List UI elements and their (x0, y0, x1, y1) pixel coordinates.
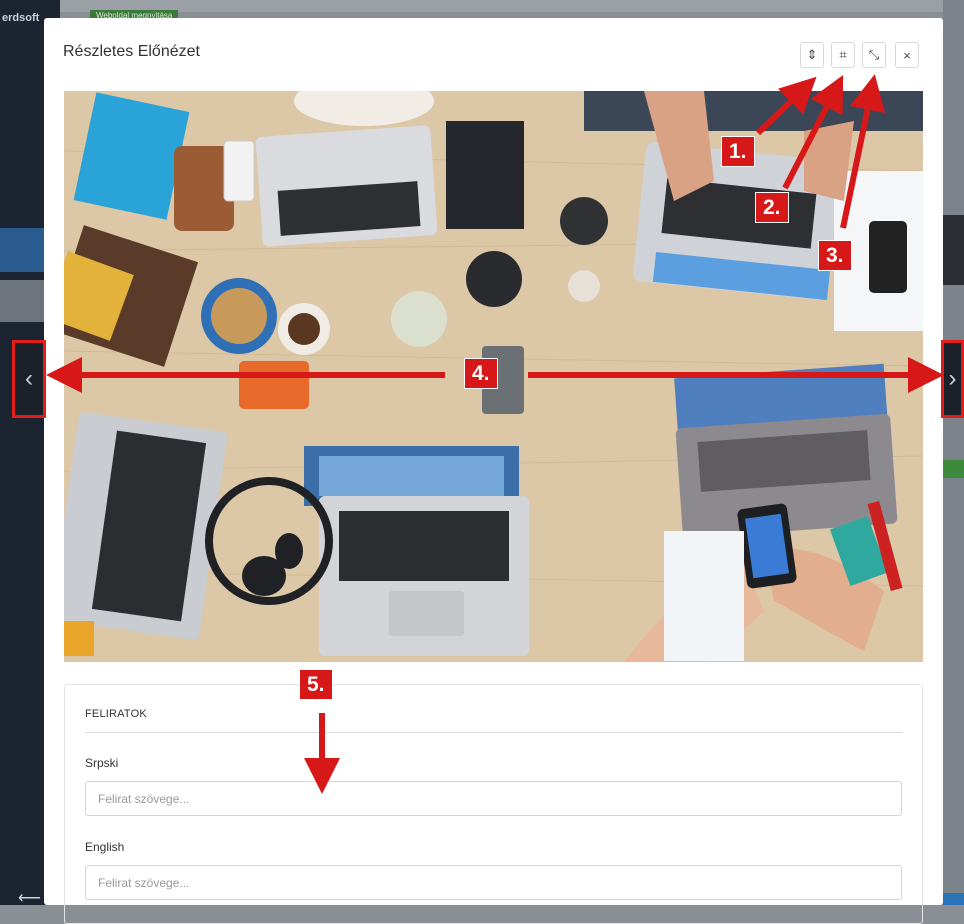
chevron-right-icon: › (948, 365, 957, 392)
background-right-panel (943, 0, 964, 905)
captions-panel: FELIRATOK Srpski English (64, 684, 923, 924)
annotation-label-5: 5. (299, 669, 333, 700)
background-topbar (60, 0, 964, 12)
language-label-srpski: Srpski (85, 756, 119, 770)
fit-screen-button[interactable]: ⌗ (831, 42, 855, 68)
detailed-preview-modal: Részletes Előnézet ⇕ ⌗ ⤡ × FELIRATOK Srp… (44, 18, 943, 924)
language-label-english: English (85, 840, 125, 854)
no-magic-button[interactable]: ⤡ (862, 42, 886, 68)
caption-input-english[interactable] (85, 865, 902, 900)
next-image-button[interactable]: › (941, 340, 964, 418)
close-icon: × (903, 47, 911, 63)
background-right-button (943, 893, 964, 905)
background-right-badge (943, 460, 964, 478)
chevron-left-icon: ‹ (25, 365, 33, 392)
caption-input-srpski[interactable] (85, 781, 902, 816)
vertical-resize-button[interactable]: ⇕ (800, 42, 824, 68)
annotation-label-3: 3. (818, 240, 852, 271)
annotation-label-2: 2. (755, 192, 789, 223)
annotation-label-4: 4. (464, 358, 498, 389)
previous-image-button[interactable]: ‹ (12, 340, 46, 418)
fit-screen-icon: ⌗ (839, 47, 847, 62)
captions-title: FELIRATOK (85, 708, 147, 720)
modal-title: Részletes Előnézet (63, 43, 200, 60)
annotation-label-1: 1. (721, 136, 755, 167)
vertical-resize-icon: ⇕ (806, 47, 818, 62)
back-arrow-icon: ⟵ (18, 890, 41, 907)
divider (85, 732, 902, 733)
close-button[interactable]: × (895, 42, 919, 68)
background-right-thumbnail (943, 215, 964, 285)
no-magic-icon: ⤡ (868, 47, 880, 62)
